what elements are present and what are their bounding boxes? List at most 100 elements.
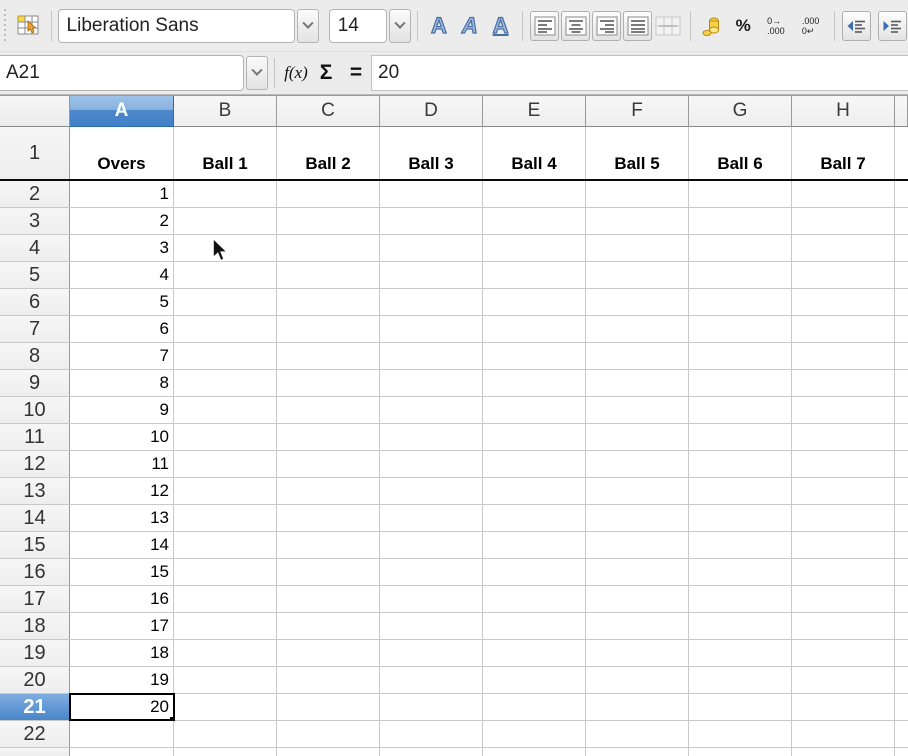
cell-B18[interactable]	[174, 613, 277, 639]
cell-B17[interactable]	[174, 586, 277, 612]
cell-D22[interactable]	[380, 721, 483, 747]
cell-partial-4[interactable]	[895, 235, 908, 261]
cell-partial-14[interactable]	[895, 505, 908, 531]
cell-H14[interactable]	[792, 505, 895, 531]
cell-partial-17[interactable]	[895, 586, 908, 612]
row-header-16[interactable]: 16	[0, 559, 70, 585]
underline-button[interactable]: A	[485, 9, 516, 43]
cell-E17[interactable]	[483, 586, 586, 612]
cell-B11[interactable]	[174, 424, 277, 450]
cell-A4[interactable]: 3	[70, 235, 174, 261]
font-name-dropdown-button[interactable]	[297, 9, 318, 43]
cell-E1[interactable]: Ball 4	[483, 127, 586, 179]
cell-F20[interactable]	[586, 667, 689, 693]
cell-C16[interactable]	[277, 559, 380, 585]
merge-cells-button[interactable]	[653, 9, 684, 43]
cell-F9[interactable]	[586, 370, 689, 396]
cell-partial-20[interactable]	[895, 667, 908, 693]
cell-A13[interactable]: 12	[70, 478, 174, 504]
cell-D3[interactable]	[380, 208, 483, 234]
cell-C18[interactable]	[277, 613, 380, 639]
cell-B14[interactable]	[174, 505, 277, 531]
cell-G17[interactable]	[689, 586, 792, 612]
cell-B8[interactable]	[174, 343, 277, 369]
cell-B7[interactable]	[174, 316, 277, 342]
row-header-4[interactable]: 4	[0, 235, 70, 261]
cell-A6[interactable]: 5	[70, 289, 174, 315]
delete-decimal-button[interactable]: .000 0↵	[793, 9, 828, 43]
cell-C20[interactable]	[277, 667, 380, 693]
align-center-button[interactable]	[561, 11, 590, 41]
cell-E3[interactable]	[483, 208, 586, 234]
cell-E5[interactable]	[483, 262, 586, 288]
cell-C3[interactable]	[277, 208, 380, 234]
cell-B12[interactable]	[174, 451, 277, 477]
cell-E7[interactable]	[483, 316, 586, 342]
cell-E9[interactable]	[483, 370, 586, 396]
cell-C11[interactable]	[277, 424, 380, 450]
cell-partial-1[interactable]	[895, 127, 908, 179]
cell-B16[interactable]	[174, 559, 277, 585]
cell-B2[interactable]	[174, 181, 277, 207]
cell-C4[interactable]	[277, 235, 380, 261]
cell-C8[interactable]	[277, 343, 380, 369]
cell-H4[interactable]	[792, 235, 895, 261]
cell-E22[interactable]	[483, 721, 586, 747]
align-justify-button[interactable]	[623, 11, 652, 41]
cell-A9[interactable]: 8	[70, 370, 174, 396]
column-header-G[interactable]: G	[689, 96, 792, 127]
cell-C15[interactable]	[277, 532, 380, 558]
cell-D23[interactable]	[380, 748, 483, 756]
cell-partial-7[interactable]	[895, 316, 908, 342]
function-button[interactable]: =	[341, 58, 371, 88]
cell-F21[interactable]	[586, 694, 689, 720]
cell-D14[interactable]	[380, 505, 483, 531]
cell-H2[interactable]	[792, 181, 895, 207]
cell-G5[interactable]	[689, 262, 792, 288]
cell-G16[interactable]	[689, 559, 792, 585]
row-header-3[interactable]: 3	[0, 208, 70, 234]
cell-H13[interactable]	[792, 478, 895, 504]
row-header-8[interactable]: 8	[0, 343, 70, 369]
decrease-indent-button[interactable]	[842, 11, 871, 41]
cell-A5[interactable]: 4	[70, 262, 174, 288]
row-header-11[interactable]: 11	[0, 424, 70, 450]
cell-G1[interactable]: Ball 6	[689, 127, 792, 179]
cell-B3[interactable]	[174, 208, 277, 234]
cell-H15[interactable]	[792, 532, 895, 558]
selection-fill-handle[interactable]	[170, 717, 174, 720]
font-name-input[interactable]: Liberation Sans	[58, 9, 296, 43]
cell-partial-16[interactable]	[895, 559, 908, 585]
cell-B21[interactable]	[174, 694, 277, 720]
cell-F2[interactable]	[586, 181, 689, 207]
cell-B4[interactable]	[174, 235, 277, 261]
cell-D20[interactable]	[380, 667, 483, 693]
cell-E4[interactable]	[483, 235, 586, 261]
cell-B13[interactable]	[174, 478, 277, 504]
cell-partial-18[interactable]	[895, 613, 908, 639]
select-all-corner[interactable]	[0, 96, 70, 127]
cell-A18[interactable]: 17	[70, 613, 174, 639]
cell-E14[interactable]	[483, 505, 586, 531]
cell-C19[interactable]	[277, 640, 380, 666]
toolbar-grip[interactable]	[2, 9, 10, 43]
cell-E20[interactable]	[483, 667, 586, 693]
cell-H11[interactable]	[792, 424, 895, 450]
cell-F15[interactable]	[586, 532, 689, 558]
cell-F14[interactable]	[586, 505, 689, 531]
cell-C10[interactable]	[277, 397, 380, 423]
cell-G12[interactable]	[689, 451, 792, 477]
cell-C7[interactable]	[277, 316, 380, 342]
cell-C12[interactable]	[277, 451, 380, 477]
cell-partial-13[interactable]	[895, 478, 908, 504]
cell-partial-19[interactable]	[895, 640, 908, 666]
cell-B23[interactable]	[174, 748, 277, 756]
cell-F16[interactable]	[586, 559, 689, 585]
cell-C2[interactable]	[277, 181, 380, 207]
cell-E13[interactable]	[483, 478, 586, 504]
cell-G13[interactable]	[689, 478, 792, 504]
row-header-23[interactable]	[0, 748, 70, 756]
cell-G22[interactable]	[689, 721, 792, 747]
function-wizard-button[interactable]: f(x)	[281, 58, 311, 88]
cell-F8[interactable]	[586, 343, 689, 369]
